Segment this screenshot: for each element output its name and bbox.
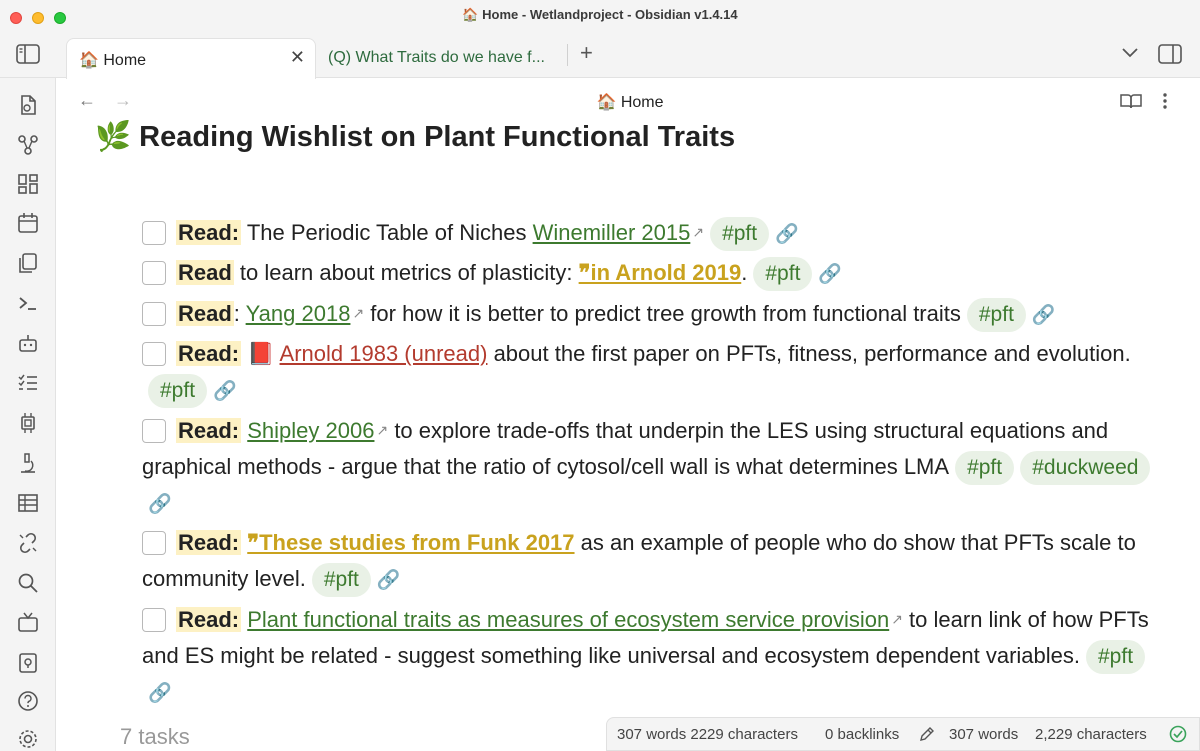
task-checkbox[interactable] [142,221,166,245]
read-highlight: Read: [176,607,242,632]
task-text: to learn about metrics of plasticity: [233,260,579,285]
note-heading: 🌿 Reading Wishlist on Plant Functional T… [95,121,736,153]
tab-home[interactable]: 🏠 Home ✕ [66,38,316,79]
graph-view-icon[interactable] [17,134,39,156]
status-backlinks[interactable]: 0 backlinks [825,726,899,743]
status-words-characters: 307 words 2229 characters [617,726,798,743]
status-character-count: 2,229 characters [1035,726,1147,743]
tag-duckweed[interactable]: #duckweed [1020,451,1151,485]
forward-arrow-icon[interactable]: → [114,90,132,111]
templates-icon[interactable] [17,252,39,274]
left-ribbon [0,78,56,751]
broken-link-icon[interactable] [17,532,39,554]
external-link-icon: ↗ [692,224,705,240]
external-link-icon: ↗ [376,422,389,438]
read-highlight: Read: [176,418,242,443]
sync-check-icon[interactable] [1169,725,1187,743]
task-checkbox[interactable] [142,608,166,632]
status-bar: 307 words 2229 characters 0 backlinks 30… [606,717,1200,751]
task-text: The Periodic Table of Niches [241,220,533,245]
vault-icon[interactable] [17,652,39,674]
external-link[interactable]: Winemiller 2015 [533,220,691,245]
task-checkbox[interactable] [142,261,166,285]
task-item: Read: Shipley 2006 ↗ to explore trade-off… [142,412,1162,523]
block-link-icon[interactable]: 🔗 [818,264,842,285]
external-link-icon: ↗ [891,611,903,627]
sidebar-toggle-icon[interactable] [16,44,40,64]
tab-list-chevron-icon[interactable] [1122,48,1138,58]
processor-icon[interactable] [17,412,39,434]
command-palette-icon[interactable] [17,292,39,314]
unresolved-link[interactable]: Arnold 1983 (unread) [280,341,488,366]
read-highlight: Read: [176,530,242,555]
canvas-icon[interactable] [17,173,39,195]
task-list-icon[interactable] [17,372,39,394]
task-text: : [233,301,246,326]
task-text: 📕 [241,341,280,366]
task-list: Read: The Periodic Table of Niches Winem… [142,214,1162,714]
read-highlight: Read [176,301,234,326]
read-highlight: Read: [176,220,242,245]
read-highlight: Read: [176,341,242,366]
window-title: 🏠 Home - Wetlandproject - Obsidian v1.4.… [462,7,738,22]
task-checkbox[interactable] [142,342,166,366]
bot-icon[interactable] [17,332,39,354]
task-item: Read to learn about metrics of plasticit… [142,255,1162,293]
tag-pft[interactable]: #pft [1086,640,1146,674]
tab-home-label: 🏠 Home [79,52,147,69]
tag-pft[interactable]: #pft [710,217,770,251]
microscope-icon[interactable] [17,452,39,474]
tab-separator [567,44,568,66]
more-options-icon[interactable] [1162,92,1168,110]
task-text: . [741,260,748,285]
tv-icon[interactable] [17,612,39,634]
tag-pft[interactable]: #pft [955,451,1015,485]
block-link-icon[interactable]: 🔗 [775,224,799,245]
read-highlight: Read [176,260,234,285]
reading-view-book-icon[interactable] [1120,93,1142,109]
task-checkbox[interactable] [142,302,166,326]
block-link-icon[interactable]: 🔗 [377,570,401,591]
external-link[interactable]: Shipley 2006 [247,418,374,443]
task-text: about the first paper on PFTs, fitness, … [487,341,1131,366]
title-bar: 🏠 Home - Wetlandproject - Obsidian v1.4.… [0,0,1200,30]
block-link-icon[interactable]: 🔗 [148,683,172,704]
right-sidebar-toggle-icon[interactable] [1158,44,1182,64]
task-checkbox[interactable] [142,419,166,443]
tag-pft[interactable]: #pft [311,563,371,597]
open-quick-switcher-icon[interactable] [17,94,39,116]
calendar-icon[interactable] [17,212,39,234]
external-link[interactable]: Yang 2018 [246,301,351,326]
task-item: Read: Plant functional traits as measure… [142,601,1162,712]
task-count: 7 tasks [120,724,190,749]
block-link-icon[interactable]: 🔗 [213,381,237,402]
task-item: Read: Yang 2018 ↗ for how it is better to… [142,295,1162,334]
block-link-icon[interactable]: 🔗 [1032,305,1056,326]
internal-quote-link[interactable]: ❞in Arnold 2019 [579,260,742,285]
help-icon[interactable] [17,690,39,712]
task-item: Read: 📕 Arnold 1983 (unread) about the f… [142,336,1162,410]
search-icon[interactable] [17,572,39,594]
task-item: Read: The Periodic Table of Niches Winem… [142,214,1162,253]
tag-pft[interactable]: #pft [966,298,1026,332]
tab-bar: 🏠 Home ✕ (Q) What Traits do we have f...… [0,30,1200,79]
new-tab-icon[interactable]: + [580,40,593,66]
task-text: for how it is better to predict tree gro… [364,301,961,326]
edit-pencil-icon[interactable] [919,726,935,742]
tag-pft[interactable]: #pft [753,257,813,291]
back-arrow-icon[interactable]: ← [78,90,96,111]
external-link[interactable]: Plant functional traits as measures of e… [247,607,889,632]
task-item: Read: ❞These studies from Funk 2017 as a… [142,525,1162,599]
tab-close-icon[interactable]: ✕ [290,47,305,68]
internal-quote-link[interactable]: ❞These studies from Funk 2017 [247,530,574,555]
block-link-icon[interactable]: 🔗 [148,494,172,515]
view-title[interactable]: 🏠 Home [540,92,720,112]
status-word-count: 307 words [949,726,1019,743]
settings-gear-icon[interactable] [17,728,39,750]
table-icon[interactable] [17,492,39,514]
external-link-icon: ↗ [352,305,365,321]
tag-pft[interactable]: #pft [148,374,208,408]
tab-what-traits[interactable]: (Q) What Traits do we have f... [328,49,545,67]
task-checkbox[interactable] [142,531,166,555]
